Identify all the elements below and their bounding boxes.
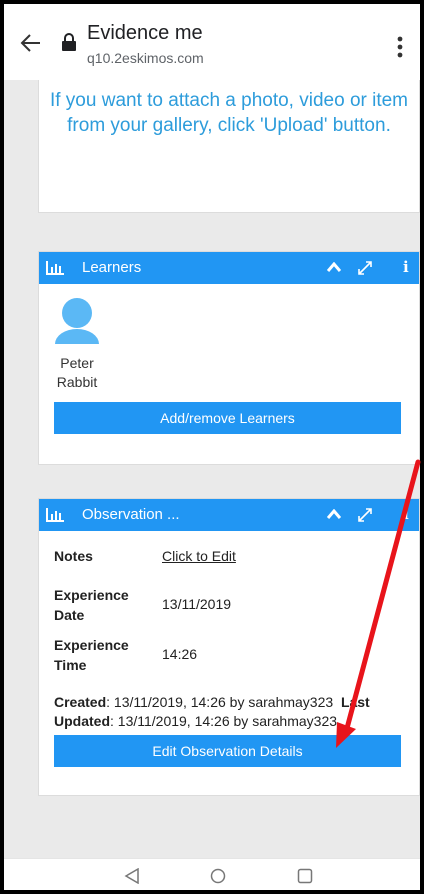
person-avatar-icon[interactable] — [54, 298, 100, 344]
experience-time-row: Experience Time 14:26 — [54, 635, 394, 675]
nav-recent-icon[interactable] — [297, 868, 313, 884]
audit-info: Created: 13/11/2019, 14:26 by sarahmay32… — [54, 693, 370, 731]
info-icon[interactable]: i — [403, 258, 409, 276]
experience-date-row: Experience Date 13/11/2019 — [54, 585, 394, 625]
learners-panel-title: Learners — [82, 259, 142, 276]
observation-panel-title: Observation ... — [82, 506, 180, 523]
observation-panel-header: Observation ... i — [39, 499, 419, 531]
experience-date-label: Experience Date — [54, 587, 129, 623]
chevron-up-icon[interactable] — [327, 262, 341, 272]
info-icon[interactable]: i — [403, 505, 409, 523]
notes-row: Notes Click to Edit — [54, 548, 394, 564]
created-value: : 13/11/2019, 14:26 by sarahmay323 — [106, 694, 334, 710]
updated-value: : 13/11/2019, 14:26 by sarahmay323 — [110, 713, 338, 729]
page-content: If you want to attach a photo, video or … — [4, 80, 420, 858]
phone-screen: Evidence me q10.2eskimos.com If you want… — [4, 4, 420, 890]
upload-card: If you want to attach a photo, video or … — [38, 80, 420, 213]
learners-panel: Learners i Peter Rabbit Add/remove Learn… — [38, 251, 420, 465]
add-remove-learners-button[interactable]: Add/remove Learners — [54, 402, 401, 434]
experience-time-value[interactable]: 14:26 — [162, 646, 197, 662]
system-nav-bar — [4, 858, 420, 890]
page-title: Evidence me — [87, 22, 203, 44]
last-label: Last — [340, 694, 370, 710]
nav-back-icon[interactable] — [124, 868, 140, 884]
learners-panel-header: Learners i — [39, 252, 419, 284]
created-line: Created: 13/11/2019, 14:26 by sarahmay32… — [54, 693, 370, 712]
more-vert-icon[interactable] — [397, 36, 403, 58]
bar-chart-icon — [46, 508, 64, 522]
upload-instructions: If you want to attach a photo, video or … — [49, 90, 409, 136]
lock-icon — [62, 33, 76, 51]
nav-home-icon[interactable] — [210, 868, 226, 884]
created-label: Created — [54, 694, 107, 710]
experience-date-value[interactable]: 13/11/2019 — [162, 596, 231, 612]
observation-panel: Observation ... i Notes Click to Edit Ex… — [38, 498, 420, 796]
updated-label: Updated — [54, 713, 110, 729]
expand-icon[interactable] — [357, 507, 373, 523]
bar-chart-icon — [46, 261, 64, 275]
notes-edit-link[interactable]: Click to Edit — [162, 548, 236, 564]
edit-observation-details-button[interactable]: Edit Observation Details — [54, 735, 401, 767]
experience-time-label: Experience Time — [54, 637, 129, 673]
learner-name[interactable]: Peter Rabbit — [47, 354, 107, 392]
updated-line: Updated: 13/11/2019, 14:26 by sarahmay32… — [54, 712, 370, 731]
page-url[interactable]: q10.2eskimos.com — [87, 50, 204, 66]
expand-icon[interactable] — [357, 260, 373, 276]
chevron-up-icon[interactable] — [327, 509, 341, 519]
back-arrow-icon[interactable] — [20, 32, 42, 54]
notes-label: Notes — [54, 548, 93, 564]
browser-toolbar: Evidence me q10.2eskimos.com — [4, 4, 420, 80]
